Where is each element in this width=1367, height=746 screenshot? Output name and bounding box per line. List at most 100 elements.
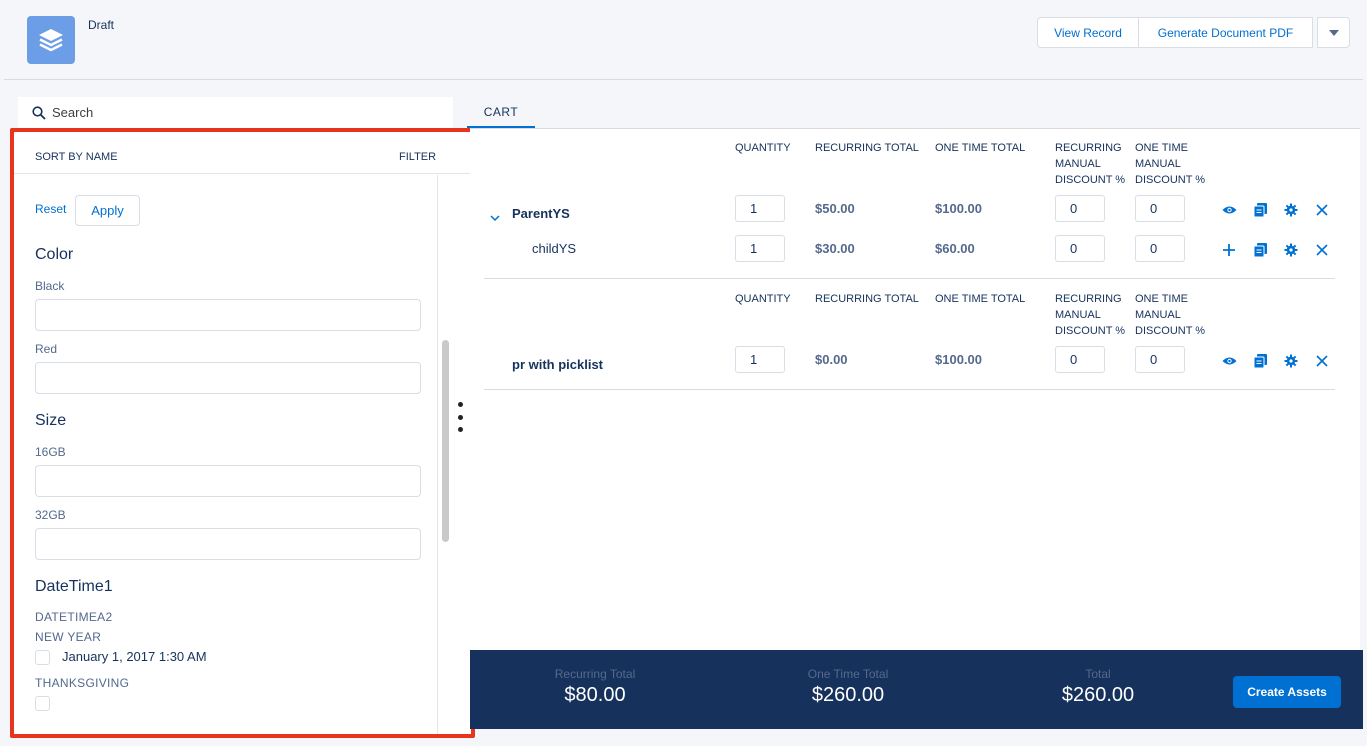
- one-time-total-label: One Time Total: [807, 667, 889, 681]
- column-header-recurring-total: RECURRING TOTAL: [815, 142, 919, 154]
- one-time-total-value: $100.00: [935, 352, 982, 367]
- filter-field-input[interactable]: [35, 528, 421, 560]
- header-line: RECURRING: [1055, 142, 1122, 154]
- option-label: NEW YEAR: [35, 630, 102, 644]
- plus-icon[interactable]: [1221, 242, 1237, 258]
- close-icon[interactable]: [1314, 202, 1330, 218]
- search-icon: [32, 105, 46, 120]
- gear-icon[interactable]: [1283, 353, 1299, 369]
- header-line: ONE TIME: [1135, 293, 1188, 305]
- apply-button[interactable]: Apply: [75, 195, 140, 226]
- cart-table: QUANTITY RECURRING TOTAL ONE TIME TOTAL …: [470, 128, 1360, 650]
- copy-icon[interactable]: [1252, 242, 1268, 258]
- one-time-total-value: $60.00: [935, 241, 975, 256]
- header-line: MANUAL: [1055, 158, 1101, 170]
- recurring-discount-input[interactable]: 0: [1055, 346, 1105, 373]
- row-divider: [484, 278, 1335, 279]
- close-icon[interactable]: [1314, 353, 1330, 369]
- chevron-down-icon[interactable]: [490, 209, 500, 222]
- grand-total-label: Total: [1085, 667, 1111, 681]
- recurring-total-value: $0.00: [815, 352, 848, 367]
- filter-sub-label: DATETIMEA2: [35, 610, 113, 624]
- column-header-one-time-discount: ONE TIME MANUAL DISCOUNT %: [1135, 291, 1205, 339]
- column-header-one-time-total: ONE TIME TOTAL: [935, 142, 1026, 154]
- search-placeholder: Search: [52, 105, 94, 120]
- column-header-recurring-discount: RECURRING MANUAL DISCOUNT %: [1055, 291, 1125, 339]
- reset-link[interactable]: Reset: [35, 202, 66, 216]
- totals-footer: Recurring Total $80.00 One Time Total $2…: [470, 650, 1363, 729]
- column-header-recurring-total: RECURRING TOTAL: [815, 293, 919, 305]
- scrollbar-thumb[interactable]: [442, 340, 449, 542]
- recurring-total-amount: $80.00: [564, 684, 626, 706]
- quantity-input[interactable]: 1: [735, 195, 785, 222]
- one-time-total-amount: $260.00: [811, 684, 885, 706]
- header-line: ONE TIME: [1135, 142, 1188, 154]
- recurring-discount-input[interactable]: 0: [1055, 195, 1105, 222]
- recurring-total-value: $50.00: [815, 201, 855, 216]
- search-input[interactable]: Search: [18, 97, 453, 128]
- header-line: DISCOUNT %: [1055, 325, 1126, 337]
- one-time-discount-input[interactable]: 0: [1135, 346, 1185, 373]
- create-assets-button[interactable]: Create Assets: [1233, 676, 1341, 708]
- sort-filter-row: SORT BY NAME FILTER: [14, 132, 471, 174]
- one-time-discount-input[interactable]: 0: [1135, 195, 1185, 222]
- eye-icon[interactable]: [1221, 353, 1237, 369]
- filter-field-input[interactable]: [35, 465, 421, 497]
- filter-field-input[interactable]: [35, 362, 421, 394]
- tab-cart[interactable]: CART: [467, 97, 535, 128]
- sort-by-name-button[interactable]: SORT BY NAME: [35, 151, 118, 163]
- option-checkbox[interactable]: [35, 650, 50, 665]
- generate-pdf-button[interactable]: Generate Document PDF: [1139, 17, 1313, 48]
- column-header-quantity: QUANTITY: [735, 142, 791, 154]
- product-name: childYS: [532, 241, 577, 256]
- filter-group-title: Color: [35, 246, 74, 263]
- column-header-quantity: QUANTITY: [735, 293, 791, 305]
- option-value: January 1, 2017 1:30 AM: [62, 649, 207, 664]
- product-name: pr with picklist: [512, 357, 604, 372]
- option-checkbox[interactable]: [35, 696, 50, 711]
- copy-icon[interactable]: [1252, 353, 1268, 369]
- recurring-discount-input[interactable]: 0: [1055, 235, 1105, 262]
- header-line: RECURRING: [1055, 293, 1122, 305]
- column-header-recurring-discount: RECURRING MANUAL DISCOUNT %: [1055, 140, 1125, 188]
- column-header-one-time-total: ONE TIME TOTAL: [935, 293, 1026, 305]
- filter-field-input[interactable]: [35, 299, 421, 331]
- header-line: DISCOUNT %: [1135, 325, 1206, 337]
- eye-icon[interactable]: [1221, 202, 1237, 218]
- filter-panel: SORT BY NAME FILTER Reset Apply Color Bl…: [10, 128, 475, 738]
- resize-handle-icon[interactable]: [455, 402, 465, 432]
- filter-group-title: DateTime1: [35, 578, 113, 595]
- layers-icon: [39, 29, 63, 52]
- quantity-input[interactable]: 1: [735, 235, 785, 262]
- record-status: Draft: [88, 18, 115, 32]
- app-logo: [27, 16, 75, 64]
- close-icon[interactable]: [1314, 242, 1330, 258]
- recurring-total-label: Recurring Total: [554, 667, 636, 681]
- column-header-one-time-discount: ONE TIME MANUAL DISCOUNT %: [1135, 140, 1205, 188]
- header-line: DISCOUNT %: [1135, 174, 1206, 186]
- copy-icon[interactable]: [1252, 202, 1268, 218]
- page-header: Draft View Record Generate Document PDF: [4, 0, 1363, 80]
- caret-down-icon: [1328, 29, 1339, 36]
- one-time-total-value: $100.00: [935, 201, 982, 216]
- filter-group-title: Size: [35, 412, 67, 429]
- header-button-group: View Record Generate Document PDF: [1037, 17, 1350, 48]
- row-divider: [484, 389, 1335, 390]
- recurring-total-value: $30.00: [815, 241, 855, 256]
- gear-icon[interactable]: [1283, 202, 1299, 218]
- filter-field-label: Black: [35, 279, 65, 293]
- filter-field-label: 16GB: [35, 445, 66, 459]
- view-record-button[interactable]: View Record: [1037, 17, 1139, 48]
- option-label: THANKSGIVING: [35, 676, 130, 690]
- filter-field-label: Red: [35, 342, 58, 356]
- filter-button[interactable]: FILTER: [399, 151, 436, 163]
- header-line: MANUAL: [1135, 158, 1181, 170]
- filter-list: Reset Apply Color Black Red Size 16GB 32…: [14, 175, 438, 734]
- one-time-discount-input[interactable]: 0: [1135, 235, 1185, 262]
- header-line: DISCOUNT %: [1055, 174, 1126, 186]
- quantity-input[interactable]: 1: [735, 346, 785, 373]
- grand-total-amount: $260.00: [1061, 684, 1135, 706]
- gear-icon[interactable]: [1283, 242, 1299, 258]
- header-line: MANUAL: [1055, 309, 1101, 321]
- more-actions-button[interactable]: [1317, 17, 1350, 48]
